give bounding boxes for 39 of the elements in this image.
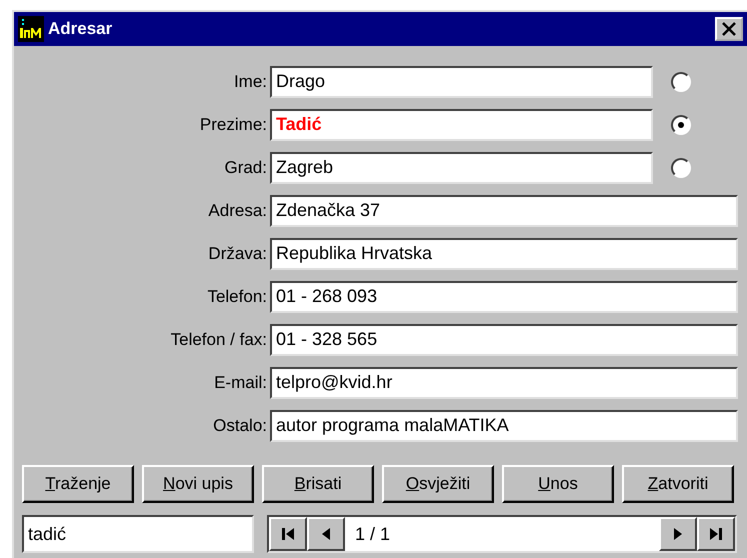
action-button[interactable]: Zatvoriti	[622, 465, 734, 503]
window-title: Adresar	[48, 19, 114, 39]
field-label: Adresa:	[207, 200, 268, 220]
app-icon	[18, 16, 44, 42]
text-field[interactable]: Tadić	[270, 108, 653, 140]
field-label: Telefon:	[206, 286, 268, 306]
action-button[interactable]: Traženje	[22, 465, 134, 503]
search-field[interactable]: tadić	[22, 515, 254, 553]
radio-button[interactable]	[671, 158, 691, 178]
previous-record-button[interactable]	[307, 517, 345, 551]
action-button[interactable]: Brisati	[262, 465, 374, 503]
action-button[interactable]: Novi upis	[142, 465, 254, 503]
text-field[interactable]: autor programa malaMATIKA	[270, 410, 738, 442]
text-field[interactable]: Zdenačka 37	[270, 194, 738, 226]
next-record-button[interactable]	[659, 517, 697, 551]
radio-button[interactable]	[671, 72, 691, 92]
last-record-icon	[707, 525, 725, 543]
action-button[interactable]: Unos	[502, 465, 614, 503]
text-field[interactable]: Republika Hrvatska	[270, 238, 738, 270]
field-label: Grad:	[223, 158, 268, 178]
field-label: Ostalo:	[212, 416, 268, 436]
first-record-button[interactable]	[269, 517, 307, 551]
radio-button[interactable]	[671, 114, 691, 134]
field-label: Prezime:	[198, 114, 268, 134]
record-position: 1 / 1	[354, 524, 392, 544]
field-label: Telefon / fax:	[170, 330, 268, 350]
field-label: E-mail:	[213, 372, 268, 392]
first-record-icon	[279, 525, 297, 543]
text-field[interactable]: telpro@kvid.hr	[270, 366, 738, 398]
close-button[interactable]	[715, 17, 743, 41]
last-record-button[interactable]	[697, 517, 735, 551]
field-label: Država:	[207, 244, 268, 264]
text-field[interactable]: 01 - 268 093	[270, 280, 738, 312]
close-icon	[722, 22, 736, 36]
text-field[interactable]: Zagreb	[270, 152, 653, 184]
text-field[interactable]: Drago	[270, 66, 653, 98]
action-button[interactable]: Osvježiti	[382, 465, 494, 503]
field-label: Ime:	[232, 72, 268, 92]
text-field[interactable]: 01 - 328 565	[270, 324, 738, 356]
